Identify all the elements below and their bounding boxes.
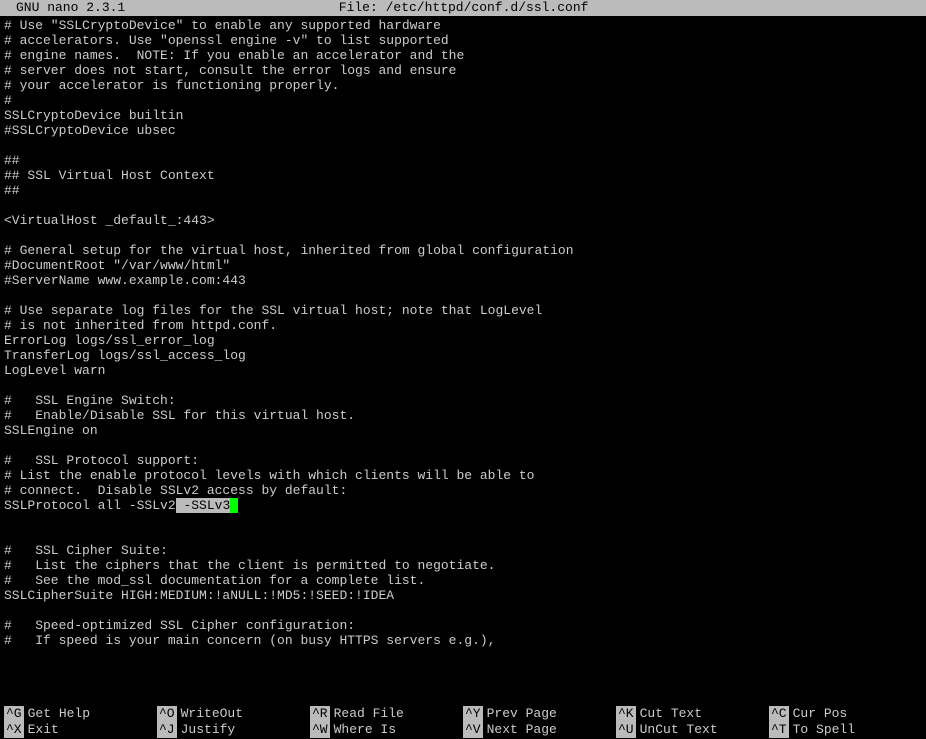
editor-line [4,228,922,243]
shortcut-label: Next Page [487,722,557,738]
editor-line: # your accelerator is functioning proper… [4,78,922,93]
shortcut-label: Cut Text [640,706,702,722]
shortcut-label: Exit [28,722,59,738]
editor-line: # Enable/Disable SSL for this virtual ho… [4,408,922,423]
editor-line: SSLEngine on [4,423,922,438]
editor-line [4,513,922,528]
shortcut-label: To Spell [793,722,855,738]
editor-line: #ServerName www.example.com:443 [4,273,922,288]
editor-line: # connect. Disable SSLv2 access by defau… [4,483,922,498]
shortcut-key: ^W [310,722,330,738]
editor-line: ErrorLog logs/ssl_error_log [4,333,922,348]
editor-line: ## SSL Virtual Host Context [4,168,922,183]
footer-shortcut[interactable]: ^GGet Help [4,706,157,722]
shortcut-key: ^G [4,706,24,722]
editor-line [4,603,922,618]
editor-line: # accelerators. Use "openssl engine -v" … [4,33,922,48]
file-label: File: /etc/httpd/conf.d/ssl.conf [125,0,802,16]
editor-line: ## [4,183,922,198]
shortcut-key: ^K [616,706,636,722]
editor-line: TransferLog logs/ssl_access_log [4,348,922,363]
editor-line [4,198,922,213]
editor-line [4,288,922,303]
editor-line [4,378,922,393]
editor-line: # SSL Engine Switch: [4,393,922,408]
shortcut-label: Get Help [28,706,90,722]
shortcut-label: Read File [334,706,404,722]
shortcut-key: ^O [157,706,177,722]
shortcut-label: Prev Page [487,706,557,722]
shortcut-key: ^R [310,706,330,722]
shortcut-key: ^X [4,722,24,738]
editor-line: # [4,93,922,108]
editor-line: SSLCipherSuite HIGH:MEDIUM:!aNULL:!MD5:!… [4,588,922,603]
editor-line [4,138,922,153]
footer-shortcut[interactable]: ^WWhere Is [310,722,463,738]
shortcut-key: ^U [616,722,636,738]
shortcut-label: Where Is [334,722,396,738]
editor-line: # engine names. NOTE: If you enable an a… [4,48,922,63]
editor-content[interactable]: # Use "SSLCryptoDevice" to enable any su… [0,16,926,650]
editor-line: # Speed-optimized SSL Cipher configurati… [4,618,922,633]
editor-line [4,528,922,543]
editor-line: # List the enable protocol levels with w… [4,468,922,483]
footer-shortcut[interactable]: ^OWriteOut [157,706,310,722]
footer-shortcut[interactable]: ^YPrev Page [463,706,616,722]
footer-shortcut[interactable]: ^TTo Spell [769,722,922,738]
editor-line: # Use "SSLCryptoDevice" to enable any su… [4,18,922,33]
editor-line: # SSL Cipher Suite: [4,543,922,558]
shortcut-key: ^J [157,722,177,738]
shortcut-key: ^T [769,722,789,738]
selected-text: -SSLv3 [176,498,231,513]
shortcut-label: Justify [181,722,236,738]
shortcut-label: UnCut Text [640,722,718,738]
line-text: SSLProtocol all -SSLv2 [4,498,176,513]
editor-line: # See the mod_ssl documentation for a co… [4,573,922,588]
footer-shortcut[interactable]: ^KCut Text [616,706,769,722]
editor-line: # General setup for the virtual host, in… [4,243,922,258]
editor-line: #SSLCryptoDevice ubsec [4,123,922,138]
editor-line: # is not inherited from httpd.conf. [4,318,922,333]
editor-line [4,438,922,453]
editor-line: ## [4,153,922,168]
footer-shortcut[interactable]: ^CCur Pos [769,706,922,722]
editor-line: # server does not start, consult the err… [4,63,922,78]
footer-shortcut[interactable]: ^XExit [4,722,157,738]
editor-line: # List the ciphers that the client is pe… [4,558,922,573]
shortcut-key: ^V [463,722,483,738]
editor-line: # Use separate log files for the SSL vir… [4,303,922,318]
shortcut-label: WriteOut [181,706,243,722]
footer-row-2: ^XExit^JJustify^WWhere Is^VNext Page^UUn… [0,722,926,738]
editor-line: # SSL Protocol support: [4,453,922,468]
editor-header: GNU nano 2.3.1 File: /etc/httpd/conf.d/s… [0,0,926,16]
shortcut-label: Cur Pos [793,706,848,722]
app-name: GNU nano 2.3.1 [4,0,125,16]
editor-footer: ^GGet Help^OWriteOut^RRead File^YPrev Pa… [0,706,926,738]
footer-row-1: ^GGet Help^OWriteOut^RRead File^YPrev Pa… [0,706,926,722]
cursor [230,498,238,513]
footer-shortcut[interactable]: ^VNext Page [463,722,616,738]
editor-line: SSLProtocol all -SSLv2 -SSLv3 [4,498,922,513]
footer-shortcut[interactable]: ^RRead File [310,706,463,722]
editor-line: #DocumentRoot "/var/www/html" [4,258,922,273]
shortcut-key: ^C [769,706,789,722]
shortcut-key: ^Y [463,706,483,722]
editor-line: # If speed is your main concern (on busy… [4,633,922,648]
editor-line: SSLCryptoDevice builtin [4,108,922,123]
editor-line: LogLevel warn [4,363,922,378]
footer-shortcut[interactable]: ^UUnCut Text [616,722,769,738]
editor-line: <VirtualHost _default_:443> [4,213,922,228]
footer-shortcut[interactable]: ^JJustify [157,722,310,738]
